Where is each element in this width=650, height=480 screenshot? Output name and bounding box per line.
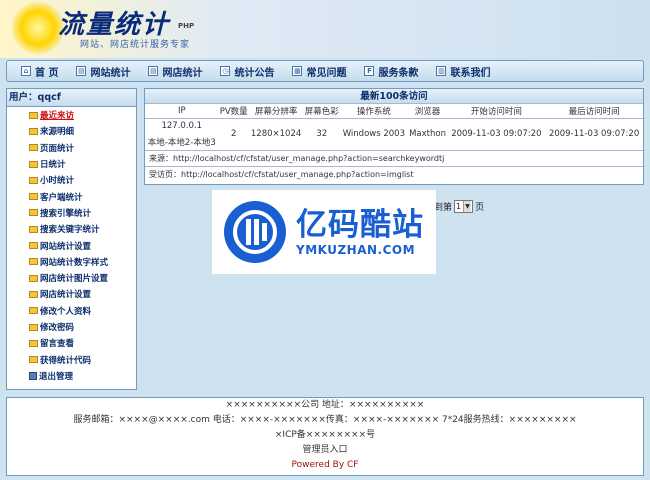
folder-icon xyxy=(29,209,38,217)
source-row: 来源：http://localhost/cf/cfstat/user_manag… xyxy=(145,151,643,167)
folder-icon xyxy=(29,323,38,331)
folder-icon xyxy=(29,111,38,119)
cell-location: 本地-本地2-本地3 xyxy=(147,137,216,148)
sidebar-item-change-password[interactable]: 修改密码 xyxy=(7,319,136,335)
pager-prefix: 到第 xyxy=(434,203,453,213)
folder-icon xyxy=(29,307,38,315)
watermark-en: YMKUZHAN.COM xyxy=(296,243,416,257)
folder-icon xyxy=(29,127,38,135)
recent-visits-panel: 最新100条访问 IP PV数量 屏幕分辨率 屏幕色彩 操作系统 浏览器 开始访… xyxy=(144,88,644,185)
sidebar-item-logout[interactable]: 退出管理 xyxy=(7,368,136,384)
col-last-time: 最后访问时间 xyxy=(545,104,643,119)
logout-icon xyxy=(29,371,37,380)
footer: ××××××××××公司 地址：×××××××××× 服务邮箱：××××@×××… xyxy=(6,397,644,476)
panel-title: 最新100条访问 xyxy=(145,89,643,104)
col-ip: IP xyxy=(145,104,219,119)
cell-pv: 2 xyxy=(218,118,249,151)
nav-terms[interactable]: F 服务条款 xyxy=(364,64,418,79)
cell-last-time: 2009-11-03 09:07:20 xyxy=(545,118,643,151)
user-label: 用户：qqcf xyxy=(7,89,136,107)
cell-os: Windows 2003 xyxy=(340,118,408,151)
watermark-logo-icon xyxy=(224,201,286,263)
home-icon: ⌂ xyxy=(21,66,31,76)
sun-logo-icon xyxy=(12,2,64,54)
nav-home[interactable]: ⌂ 首 页 xyxy=(21,64,58,79)
cell-ip: 127.0.0.1 本地-本地2-本地3 xyxy=(145,118,219,151)
main-nav: ⌂ 首 页 ▤ 网站统计 ▤ 网店统计 ◷ 统计公告 ▦ 常见问题 F 服务条款 ▥ 联系我们 xyxy=(6,60,644,82)
header: 流量统计 PHP 网站、网店统计服务专家 xyxy=(0,0,650,58)
sidebar-item-client-stats[interactable]: 客户端统计 xyxy=(7,188,136,204)
visited-page-link[interactable]: http://localhost/cf/cfstat/user_manage.p… xyxy=(181,170,414,179)
sidebar-item-daily-stats[interactable]: 日统计 xyxy=(7,156,136,172)
sidebar-item-keyword-stats[interactable]: 搜索关键字统计 xyxy=(7,221,136,237)
col-start-time: 开始访问时间 xyxy=(447,104,546,119)
sidebar-item-source-detail[interactable]: 来源明细 xyxy=(7,123,136,139)
chart-icon: ▤ xyxy=(76,66,87,76)
book-icon: ▥ xyxy=(436,66,447,76)
chevron-down-icon: ▼ xyxy=(463,201,472,212)
col-resolution: 屏幕分辨率 xyxy=(248,104,304,119)
nav-shop-stats[interactable]: ▤ 网店统计 xyxy=(148,64,202,79)
page-select[interactable]: 1 ▼ xyxy=(454,200,474,213)
footer-contact: 服务邮箱：××××@××××.com 电话：××××-×××××××传真：×××… xyxy=(73,415,577,425)
watermark-cn: 亿码酷站 xyxy=(296,207,424,243)
sidebar-item-shop-image-settings[interactable]: 网店统计图片设置 xyxy=(7,270,136,286)
sidebar-item-recent-visits[interactable]: 最近来访 xyxy=(7,107,136,123)
sidebar: 用户：qqcf 最近来访 来源明细 页面统计 日统计 小时统计 客户端统计 搜索… xyxy=(6,88,137,390)
folder-icon xyxy=(29,258,38,266)
pager: 到第 1 ▼ 页 xyxy=(434,200,484,213)
folder-icon xyxy=(29,176,38,184)
cell-resolution: 1280×1024 xyxy=(248,118,304,151)
sidebar-item-search-engine-stats[interactable]: 搜索引擎统计 xyxy=(7,205,136,221)
logo-slogan: 网站、网店统计服务专家 xyxy=(80,40,191,50)
clock-icon: ◷ xyxy=(220,66,231,76)
sidebar-item-messages[interactable]: 留言查看 xyxy=(7,335,136,351)
table-header-row: IP PV数量 屏幕分辨率 屏幕色彩 操作系统 浏览器 开始访问时间 最后访问时… xyxy=(145,104,643,119)
nav-site-stats[interactable]: ▤ 网站统计 xyxy=(76,64,130,79)
cell-color: 32 xyxy=(303,118,341,151)
powered-by: Powered By CF xyxy=(291,460,359,470)
nav-announcements[interactable]: ◷ 统计公告 xyxy=(220,64,274,79)
visited-page-row: 受访页：http://localhost/cf/cfstat/user_mana… xyxy=(149,169,414,179)
sidebar-item-get-code[interactable]: 获得统计代码 xyxy=(7,351,136,367)
sidebar-item-hourly-stats[interactable]: 小时统计 xyxy=(7,172,136,188)
cell-browser: Maxthon xyxy=(407,118,448,151)
nav-faq[interactable]: ▦ 常见问题 xyxy=(292,64,346,79)
folder-icon xyxy=(29,290,38,298)
logo-text[interactable]: 流量统计 xyxy=(58,4,170,41)
col-os: 操作系统 xyxy=(340,104,408,119)
col-pv: PV数量 xyxy=(218,104,249,119)
sidebar-item-shop-settings[interactable]: 网店统计设置 xyxy=(7,286,136,302)
logo-php-label: PHP xyxy=(178,22,195,30)
sidebar-item-number-style[interactable]: 网站统计数字样式 xyxy=(7,254,136,270)
nav-contact[interactable]: ▥ 联系我们 xyxy=(436,64,490,79)
table-row: 127.0.0.1 本地-本地2-本地3 2 1280×1024 32 Windo… xyxy=(145,118,643,151)
folder-icon xyxy=(29,356,38,364)
folder-icon xyxy=(29,144,38,152)
folder-icon xyxy=(29,225,38,233)
footer-company: ××××××××××公司 地址：×××××××××× xyxy=(225,400,425,410)
sidebar-item-edit-profile[interactable]: 修改个人资料 xyxy=(7,303,136,319)
flag-icon: F xyxy=(364,66,375,76)
col-browser: 浏览器 xyxy=(407,104,448,119)
sidebar-item-page-stats[interactable]: 页面统计 xyxy=(7,140,136,156)
pager-suffix: 页 xyxy=(475,203,485,213)
admin-entry-link[interactable]: 管理员入口 xyxy=(7,443,643,458)
username: qqcf xyxy=(37,92,61,103)
sidebar-item-site-settings[interactable]: 网站统计设置 xyxy=(7,237,136,253)
folder-icon xyxy=(29,193,38,201)
cell-start-time: 2009-11-03 09:07:20 xyxy=(447,118,546,151)
folder-icon xyxy=(29,242,38,250)
watermark: 亿码酷站 YMKUZHAN.COM xyxy=(212,190,436,274)
col-color: 屏幕色彩 xyxy=(303,104,341,119)
folder-icon xyxy=(29,160,38,168)
doc-icon: ▦ xyxy=(292,66,303,76)
source-link[interactable]: http://localhost/cf/cfstat/user_manage.p… xyxy=(173,154,444,163)
chart-icon: ▤ xyxy=(148,66,159,76)
visits-table: IP PV数量 屏幕分辨率 屏幕色彩 操作系统 浏览器 开始访问时间 最后访问时… xyxy=(145,104,643,151)
folder-icon xyxy=(29,339,38,347)
folder-icon xyxy=(29,274,38,282)
footer-icp: ×ICP备××××××××号 xyxy=(274,430,376,440)
